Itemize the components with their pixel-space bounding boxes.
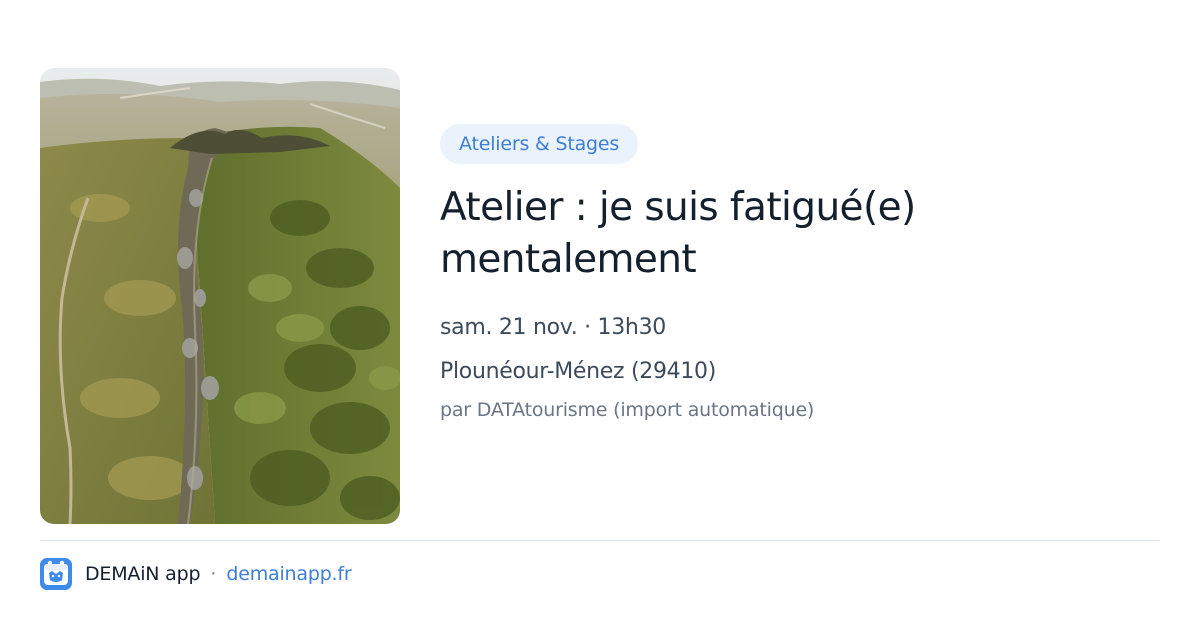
app-website-link[interactable]: demainapp.fr bbox=[226, 563, 351, 585]
event-source: par DATAtourisme (import automatique) bbox=[440, 399, 815, 421]
footer-divider bbox=[40, 540, 1160, 541]
footer-separator: · bbox=[210, 563, 217, 585]
app-name: DEMAiN app bbox=[85, 563, 201, 585]
event-location: Plounéour-Ménez (29410) bbox=[440, 359, 717, 384]
event-details: Ateliers & Stages Atelier : je suis fati… bbox=[440, 124, 1160, 423]
demain-app-logo-icon bbox=[40, 558, 72, 590]
mountain-ridge-photo bbox=[40, 68, 400, 524]
event-photo[interactable] bbox=[40, 68, 400, 524]
event-date-time: sam. 21 nov. · 13h30 bbox=[440, 315, 666, 340]
footer: DEMAiN app · demainapp.fr bbox=[40, 558, 352, 590]
category-badge[interactable]: Ateliers & Stages bbox=[440, 124, 639, 164]
event-preview-card: Ateliers & Stages Atelier : je suis fati… bbox=[0, 0, 1200, 630]
event-title[interactable]: Atelier : je suis fatigué(e) mentalement bbox=[440, 182, 1160, 286]
